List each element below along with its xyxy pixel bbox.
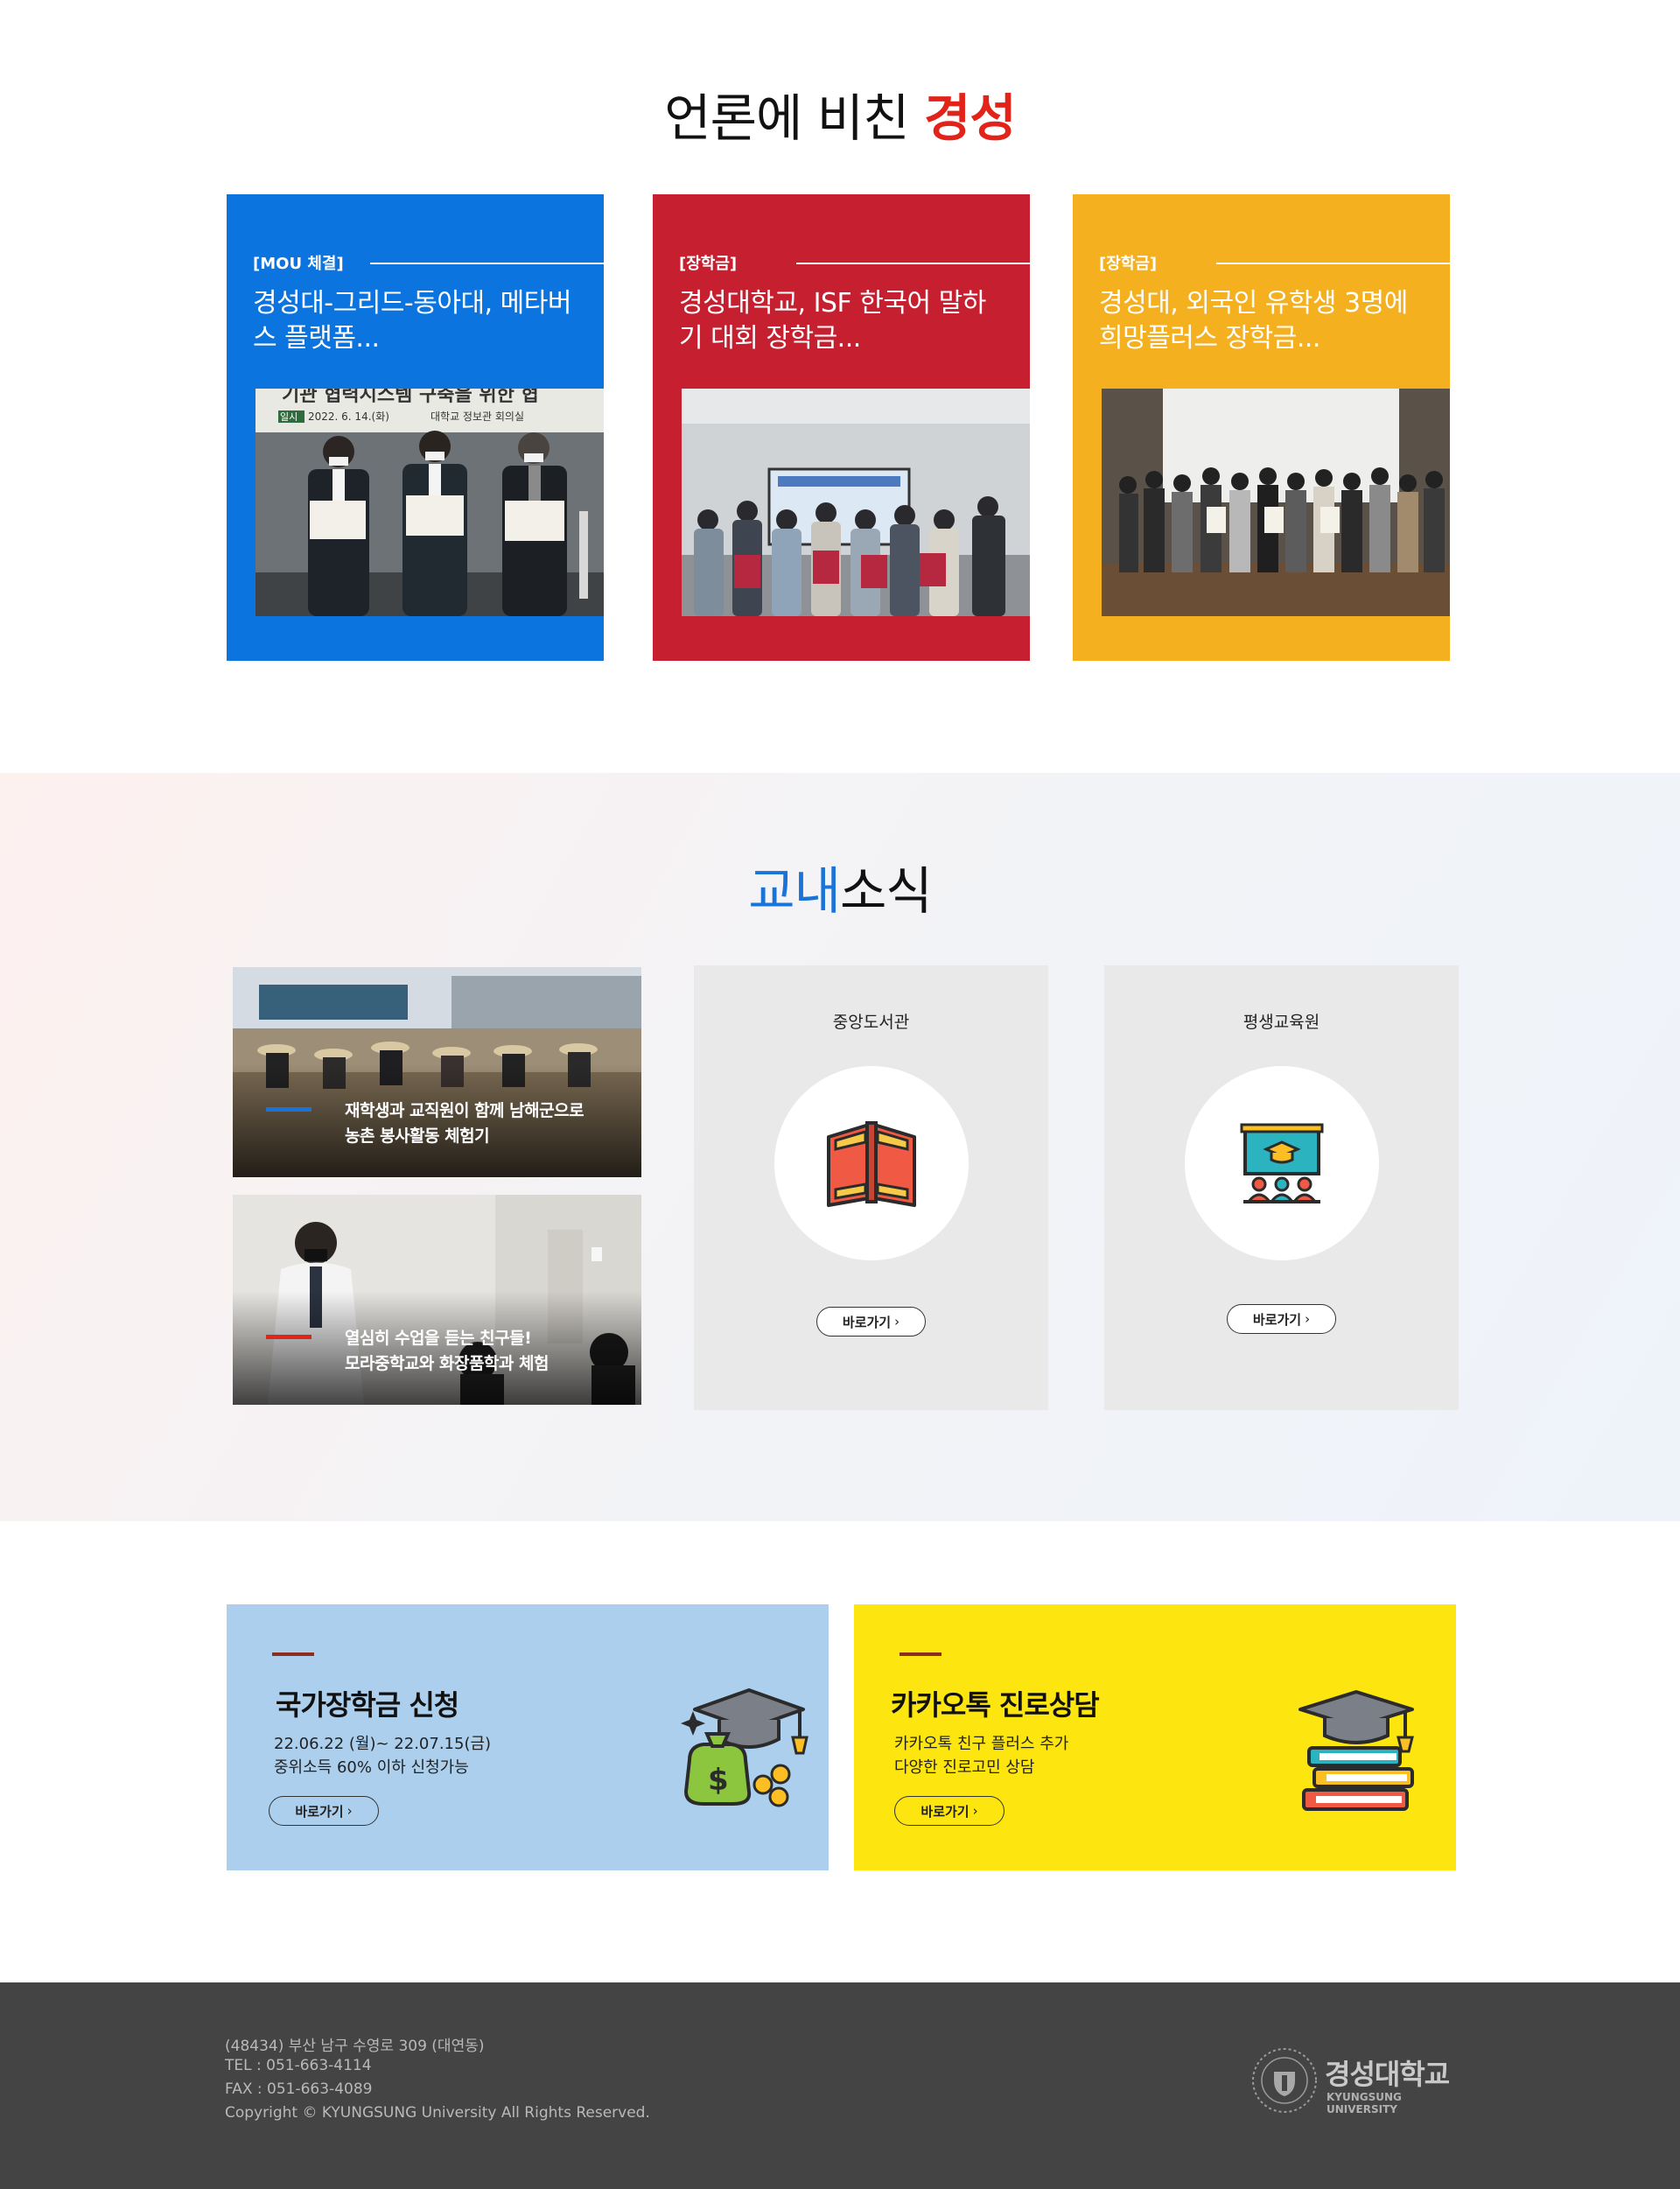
footer: (48434) 부산 남구 수영로 309 (대연동) TEL : 051-66… [0, 1982, 1680, 2189]
chevron-right-icon: › [894, 1314, 900, 1330]
scholarship-shortcut-button[interactable]: 바로가기 › [269, 1796, 379, 1826]
press-card-title: 경성대, 외국인 유학생 3명에 희망플러스 장학금... [1099, 288, 1408, 354]
library-title: 중앙도서관 [832, 1013, 910, 1032]
banner-dash [272, 1652, 314, 1656]
banner-title: 카카오톡 진로상담 [891, 1688, 1100, 1722]
chevron-right-icon: › [972, 1803, 978, 1819]
lifelong-education-box: 평생교육원 바로가기 › [1104, 965, 1459, 1410]
press-card-photo-mou: 기관 협력시스템 구축을 위한 협 일시 2022. 6. 14.(화) 대학교… [256, 389, 604, 616]
press-title-accent: 경성 [923, 88, 1017, 148]
press-section-title: 언론에 비친 경성 [0, 77, 1680, 151]
footer-fax: FAX : 051-663-4089 [225, 2080, 373, 2098]
banner-line2: 다양한 진로고민 상담 [894, 1758, 1035, 1777]
lecture-icon [1240, 1123, 1324, 1203]
news-caption-line2: 모라중학교와 화장품학과 체험 [345, 1354, 549, 1373]
campus-title-accent: 교내 [748, 861, 841, 921]
press-card-tag: [MOU 체결] [253, 255, 344, 273]
book-icon [827, 1121, 916, 1207]
national-scholarship-banner[interactable]: 국가장학금 신청 22.06.22 (월)~ 22.07.15(금) 중위소득 … [227, 1604, 829, 1870]
kakao-shortcut-button[interactable]: 바로가기 › [894, 1796, 1004, 1826]
banner-line1: 카카오톡 친구 플러스 추가 [894, 1735, 1069, 1753]
kakao-shortcut-label: 바로가기 [920, 1803, 970, 1820]
svg-text:$: $ [708, 1763, 729, 1798]
library-icon-circle [774, 1066, 969, 1260]
news-accent-bar [266, 1335, 312, 1339]
news-accent-bar [266, 1107, 312, 1112]
kakao-career-banner[interactable]: 카카오톡 진로상담 카카오톡 친구 플러스 추가 다양한 진로고민 상담 바로가… [854, 1604, 1456, 1870]
campus-news-section: 교내소식 재학생과 교직원이 함께 남해군으로 농촌 봉사활동 체험기 열심히 … [0, 773, 1680, 1521]
news-caption: 열심히 수업을 듣는 친구들! 모라중학교와 화장품학과 체험 [345, 1326, 549, 1377]
campus-news-item-class[interactable]: 열심히 수업을 듣는 친구들! 모라중학교와 화장품학과 체험 [233, 1195, 641, 1405]
chevron-right-icon: › [346, 1803, 353, 1819]
library-shortcut-button[interactable]: 바로가기 › [816, 1307, 926, 1337]
library-shortcut-label: 바로가기 [842, 1314, 892, 1330]
banner-section: 국가장학금 신청 22.06.22 (월)~ 22.07.15(금) 중위소득 … [0, 1521, 1680, 1982]
press-card-photo-scholarship [1102, 389, 1450, 616]
campus-title-rest: 소식 [840, 861, 933, 921]
banner-dash [900, 1652, 942, 1656]
news-caption: 재학생과 교직원이 함께 남해군으로 농촌 봉사활동 체험기 [345, 1098, 584, 1149]
scholarship-shortcut-label: 바로가기 [295, 1803, 344, 1820]
press-card-title: 경성대학교, ISF 한국어 말하기 대회 장학금... [679, 288, 986, 354]
news-caption-line2: 농촌 봉사활동 체험기 [345, 1126, 490, 1146]
news-caption-line1: 재학생과 교직원이 함께 남해군으로 [345, 1101, 584, 1120]
press-card-tag: [장학금] [679, 255, 738, 273]
banner-caption-tag: 일시 [280, 410, 298, 423]
graduation-books-icon [1298, 1690, 1414, 1811]
university-name: 경성대학교 [1325, 2058, 1450, 2091]
press-card-isf[interactable]: [장학금] 경성대학교, ISF 한국어 말하기 대회 장학금... [653, 194, 1030, 661]
university-logo[interactable]: 경성대학교 KYUNGSUNG UNIVERSITY [1250, 2045, 1460, 2115]
press-card-divider [370, 263, 604, 264]
university-english-name: KYUNGSUNG UNIVERSITY [1326, 2091, 1402, 2115]
banner-caption-date: 2022. 6. 14.(화) [308, 410, 389, 423]
press-card-title: 경성대-그리드-동아대, 메타버스 플랫폼... [253, 288, 571, 354]
scholarship-money-icon: $ [681, 1688, 808, 1807]
footer-copyright: Copyright © KYUNGSUNG University All Rig… [225, 2104, 650, 2122]
press-card-divider [1216, 263, 1450, 264]
chevron-right-icon: › [1305, 1311, 1311, 1327]
lifelong-shortcut-button[interactable]: 바로가기 › [1227, 1304, 1336, 1334]
banner-title: 국가장학금 신청 [276, 1688, 459, 1722]
lifelong-education-title: 평생교육원 [1242, 1013, 1320, 1032]
university-seal-icon [1252, 2048, 1317, 2113]
press-title-prefix: 언론에 비친 [664, 88, 924, 148]
press-card-scholarship[interactable]: [장학금] 경성대, 외국인 유학생 3명에 희망플러스 장학금... [1073, 194, 1450, 661]
press-card-divider [796, 263, 1030, 264]
banner-caption-place: 대학교 정보관 회의실 [430, 410, 524, 423]
lifelong-icon-circle [1185, 1066, 1379, 1260]
footer-tel: TEL : 051-663-4114 [225, 2057, 372, 2074]
lifelong-shortcut-label: 바로가기 [1252, 1311, 1302, 1328]
press-card-photo-isf [682, 389, 1030, 616]
campus-section-title: 교내소식 [0, 850, 1680, 923]
press-card-mou[interactable]: [MOU 체결] 경성대-그리드-동아대, 메타버스 플랫폼... 기관 협력시… [227, 194, 604, 661]
press-section: 언론에 비친 경성 [MOU 체결] 경성대-그리드-동아대, 메타버스 플랫폼… [0, 0, 1680, 773]
banner-line1: 22.06.22 (월)~ 22.07.15(금) [274, 1735, 492, 1753]
library-box: 중앙도서관 바로가기 › [694, 965, 1048, 1410]
footer-address: (48434) 부산 남구 수영로 309 (대연동) [225, 2038, 485, 2055]
campus-news-item-volunteer[interactable]: 재학생과 교직원이 함께 남해군으로 농촌 봉사활동 체험기 [233, 967, 641, 1177]
banner-line2: 중위소득 60% 이하 신청가능 [274, 1758, 469, 1777]
press-card-tag: [장학금] [1099, 255, 1158, 273]
banner-caption-text: 기관 협력시스템 구축을 위한 협 [282, 389, 539, 406]
news-caption-line1: 열심히 수업을 듣는 친구들! [345, 1329, 532, 1348]
